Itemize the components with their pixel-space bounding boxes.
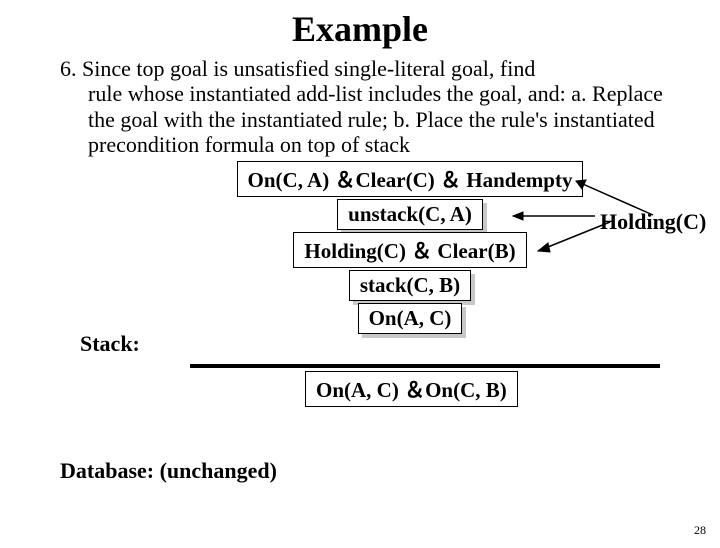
step-rest: rule whose instantiated add-list include… — [60, 81, 665, 157]
step-text: 6. Since top goal is unsatisfied single-… — [60, 56, 665, 157]
box-sub-text: On(A, C) — [358, 303, 463, 334]
box-op2: stack(C, B) — [349, 270, 471, 301]
box-sub: On(A, C) — [358, 303, 463, 334]
box-op1: unstack(C, A) — [337, 199, 483, 230]
step-line1: Since top goal is unsatisfied single-lit… — [82, 56, 535, 81]
box-precond2: Holding(C) ＆ Clear(B) — [293, 232, 526, 268]
box-goal: On(A, C) ＆On(C, B) — [305, 371, 518, 407]
page-number: 28 — [694, 523, 706, 538]
slide-title: Example — [0, 8, 720, 50]
box-op2-text: stack(C, B) — [349, 270, 471, 301]
box-precond1: On(C, A) ＆Clear(C) ＆ Handempty — [237, 161, 584, 197]
box-op1-text: unstack(C, A) — [337, 199, 483, 230]
stack-label: Stack: — [80, 331, 140, 357]
arrow-to-precond2 — [530, 219, 620, 259]
stack-area: Stack: On(C, A) ＆Clear(C) ＆ Handempty un… — [60, 161, 690, 411]
database-label: Database: (unchanged) — [60, 458, 277, 484]
stack-baseline — [190, 364, 660, 368]
step-number: 6. — [60, 56, 77, 81]
